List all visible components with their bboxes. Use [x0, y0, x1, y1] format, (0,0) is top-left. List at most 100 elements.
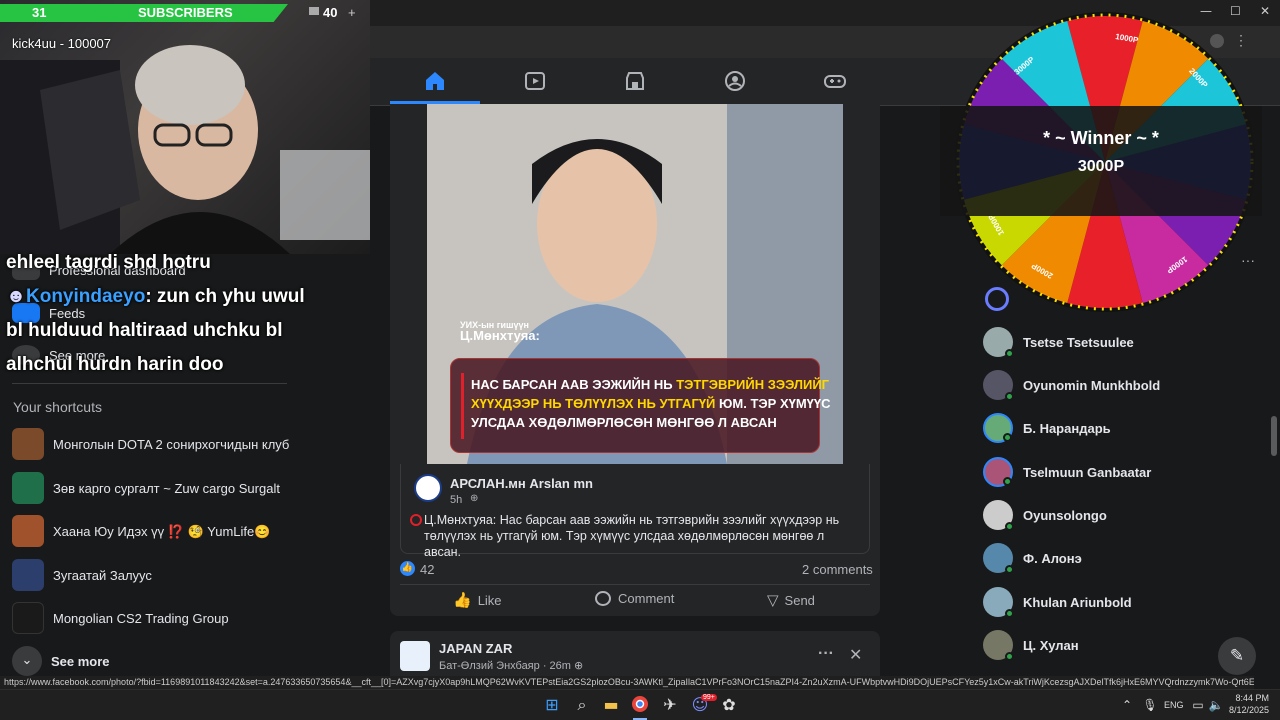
windows-start-icon[interactable]: ⊞	[542, 695, 562, 715]
online-indicator	[1003, 477, 1012, 486]
quote-line: ХҮҮХДЭЭР НЬ ТӨЛҮҮЛЭХ НЬ УТГАГҮЙ ЮМ. ТЭР …	[471, 396, 831, 411]
page-avatar[interactable]	[400, 641, 430, 671]
online-indicator	[1005, 652, 1014, 661]
avatar	[983, 543, 1014, 574]
shortcut-item[interactable]: Зөв карго сургалт ~ Zuw cargo Surgalt	[12, 472, 292, 504]
contact-name: Khulan Ariunbold	[1023, 594, 1132, 610]
search-icon[interactable]: ⌕	[572, 695, 592, 715]
comment-label: Comment	[618, 591, 675, 606]
online-indicator	[1005, 349, 1014, 358]
steam-icon[interactable]: ✈	[660, 695, 680, 715]
thumbs-up-icon: 👍	[453, 591, 472, 609]
winner-banner: * ~ Winner ~ * 3000P	[940, 106, 1262, 216]
file-explorer-icon[interactable]: ▬	[601, 695, 621, 715]
video-tab-icon[interactable]	[522, 70, 548, 94]
shortcut-item[interactable]: Зугаатай Залуус	[12, 559, 292, 591]
tray-expand-icon[interactable]: ⌃	[1117, 695, 1137, 715]
network-icon[interactable]: ▭	[1188, 695, 1208, 715]
contact-item[interactable]: Tselmuun Ganbaatar	[983, 457, 1151, 487]
chat-message: ehleel tagrdi shd hotru	[6, 246, 366, 280]
image-caption-name: Ц.Мөнхтуяа:	[460, 328, 540, 343]
contact-item[interactable]: Khulan Ariunbold	[983, 587, 1132, 618]
comment-button[interactable]: Comment	[595, 591, 674, 606]
clock-time[interactable]: 8:44 PM	[1231, 693, 1269, 703]
shortcut-item[interactable]: Хаана Юу Идэх үү ⁉️ 🧐 YumLife😊	[12, 515, 292, 547]
shortcut-thumbnail	[12, 428, 44, 460]
comments-count[interactable]: 2 comments	[802, 562, 873, 577]
contact-item[interactable]: Ц. Хулан	[983, 630, 1079, 661]
contact-item[interactable]: Б. Нарандарь	[983, 413, 1111, 443]
shortcut-label: Mongolian CS2 Trading Group	[53, 610, 229, 626]
red-circle-icon	[410, 514, 422, 526]
online-indicator	[1005, 522, 1014, 531]
home-tab-icon[interactable]	[422, 70, 448, 94]
post-divider	[400, 584, 870, 585]
chat-username: Konyindaeyo	[26, 286, 146, 307]
chat-badge-icon: ☻	[6, 286, 26, 307]
stream-chat: ehleel tagrdi shd hotru ☻Konyindaeyo: zu…	[6, 246, 366, 382]
contact-item[interactable]: Tsetse Tsetsuulee	[983, 327, 1134, 358]
donor-line: kick4uu - 100007	[12, 36, 112, 51]
marketplace-tab-icon[interactable]	[622, 70, 648, 94]
send-button[interactable]: ▽ Send	[767, 591, 815, 609]
more-options-icon[interactable]: ···	[818, 645, 834, 663]
contact-item[interactable]: Ф. Алонэ	[983, 543, 1082, 574]
close-icon[interactable]: ✕	[849, 645, 862, 664]
contact-name: Ф. Алонэ	[1023, 550, 1082, 566]
shortcut-label: Зөв карго сургалт ~ Zuw cargo Surgalt	[53, 480, 280, 496]
shortcut-item[interactable]: Монголын DOTA 2 сонирхогчидын клуб	[12, 428, 292, 460]
microphone-icon[interactable]: 🎙	[1140, 695, 1160, 715]
winner-title: * ~ Winner ~ *	[1043, 128, 1159, 148]
shortcut-label: Хаана Юу Идэх үү ⁉️ 🧐 YumLife😊	[53, 523, 271, 539]
subscribers-label: SUBSCRIBERS	[138, 5, 233, 20]
contact-name: Б. Нарандарь	[1023, 420, 1111, 436]
close-window-icon[interactable]: ✕	[1260, 4, 1270, 18]
scrollbar-thumb[interactable]	[1271, 416, 1277, 456]
new-message-icon[interactable]: ✎	[1218, 637, 1256, 675]
contact-item[interactable]: Oyunomin Munkhbold	[983, 370, 1160, 401]
chat-text: zun ch yhu uwul	[151, 286, 305, 307]
clock-date[interactable]: 8/12/2025	[1223, 705, 1269, 715]
chat-message: alhchul hurdn harin doo	[6, 348, 366, 382]
gaming-tab-icon[interactable]	[822, 70, 848, 94]
winner-prize: 3000P	[1077, 158, 1125, 175]
shortcut-label: Зугаатай Залуус	[53, 567, 152, 583]
page-name[interactable]: JAPAN ZAR	[439, 641, 512, 656]
like-label: Like	[477, 592, 502, 608]
shortcut-thumbnail	[12, 472, 44, 504]
source-time[interactable]: 5h	[450, 494, 462, 506]
post-author[interactable]: Бат-Өлзий Энхбаяр	[439, 660, 540, 672]
chat-text: ehleel tagrdi shd hotru	[6, 252, 211, 273]
shortcut-thumbnail	[12, 559, 44, 591]
see-more-button[interactable]: ⌄ See more	[12, 646, 292, 676]
contact-item[interactable]: Oyunsolongo	[983, 500, 1107, 531]
viewers-count: 40	[323, 5, 338, 20]
chrome-icon[interactable]	[630, 695, 650, 715]
see-more-label: See more	[51, 653, 110, 669]
post-time[interactable]: 26m	[550, 660, 571, 672]
post-text: Ц.Мөнхтуяа: Нас барсан аав ээжийн нь тэт…	[424, 513, 840, 559]
post-meta: Бат-Өлзий Энхбаяр · 26m ⊕	[439, 659, 584, 672]
language-indicator[interactable]: ENG	[1164, 700, 1184, 710]
app-icon[interactable]: ✿	[719, 695, 739, 715]
likes-count[interactable]: 42	[420, 562, 434, 577]
like-button[interactable]: 👍 Like	[453, 591, 502, 609]
contact-name: Ц. Хулан	[1023, 637, 1079, 653]
sidebar-divider	[12, 383, 287, 384]
source-name[interactable]: АРСЛАН.мн Arslan mn	[450, 476, 593, 491]
send-icon: ▽	[767, 591, 779, 609]
shortcut-item[interactable]: Mongolian CS2 Trading Group	[12, 602, 292, 634]
online-indicator	[1005, 392, 1014, 401]
new-tab-icon[interactable]: +	[348, 5, 356, 20]
online-indicator	[1005, 565, 1014, 574]
shortcut-label: Монголын DOTA 2 сонирхогчидын клуб	[53, 436, 290, 452]
viewers-icon	[309, 7, 319, 15]
contact-name: Tselmuun Ganbaatar	[1023, 464, 1152, 480]
contact-name: Tsetse Tsetsuulee	[1023, 334, 1134, 350]
contact-name: Oyunsolongo	[1023, 507, 1107, 523]
avatar	[983, 457, 1013, 487]
groups-tab-icon[interactable]	[722, 70, 748, 94]
source-avatar[interactable]	[414, 474, 442, 502]
shortcuts-heading: Your shortcuts	[13, 399, 102, 415]
quote-line: УЛСДАА ХӨДӨЛМӨРЛӨСӨН МӨНГӨӨ Л АВСАН	[471, 415, 777, 430]
